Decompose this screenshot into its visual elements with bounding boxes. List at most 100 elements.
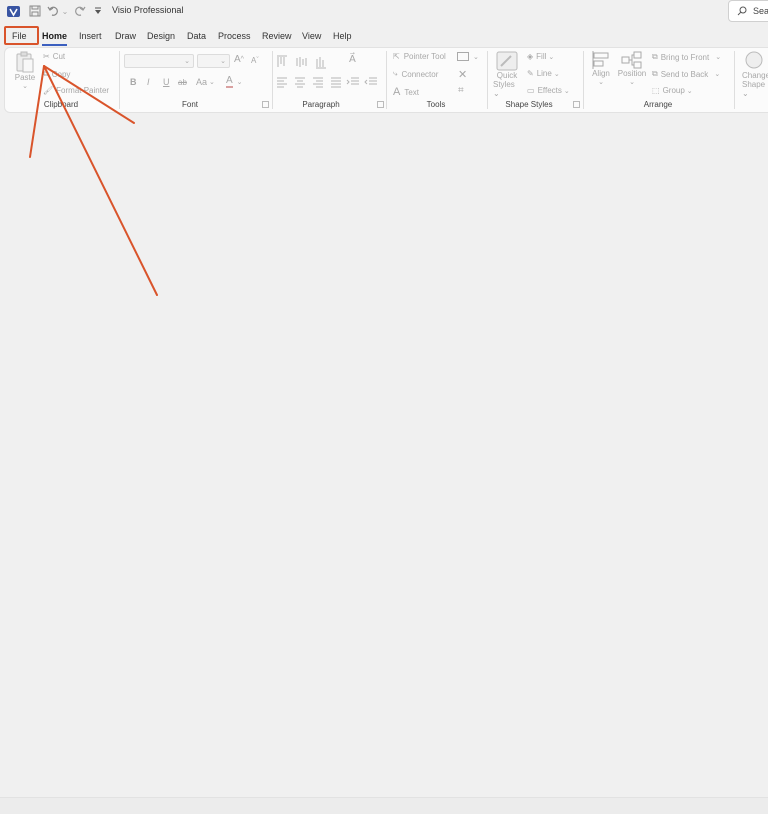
grow-font-button[interactable]: A ^ <box>234 54 244 65</box>
bold-button[interactable]: B <box>130 77 137 87</box>
group-label: Group <box>662 86 685 95</box>
chevron-down-icon: ⌄ <box>184 58 190 65</box>
crop-tool-button[interactable]: ⌗ <box>458 85 464 96</box>
rectangle-tool-button[interactable]: ⌄ <box>457 52 479 61</box>
tab-draw[interactable]: Draw <box>115 28 136 44</box>
pointer-tool-button[interactable]: ⇱ Pointer Tool <box>393 52 446 61</box>
bring-to-front-label: Bring to Front <box>660 52 710 62</box>
title-bar: ⌄ Visio Professional Sea <box>0 0 768 22</box>
tab-insert[interactable]: Insert <box>79 28 102 44</box>
customize-qat-icon[interactable] <box>93 3 103 19</box>
tools-group-label: Tools <box>426 100 446 109</box>
text-tool-label: Text <box>404 87 420 97</box>
font-size-dropdown[interactable]: ⌄ <box>197 54 230 68</box>
fill-button[interactable]: ◈ Fill ⌄ <box>527 52 554 61</box>
change-case-button[interactable]: Aa ⌄ <box>196 77 215 87</box>
tab-design[interactable]: Design <box>147 28 175 44</box>
shrink-font-button[interactable]: Aˇ <box>251 56 259 65</box>
bring-to-front-button[interactable]: ⧉ Bring to Front ⌄ <box>652 52 721 62</box>
paste-label: Paste <box>14 73 36 82</box>
paragraph-group-label: Paragraph <box>302 100 340 109</box>
quick-styles-button[interactable]: Quick Styles ⌄ <box>493 51 521 98</box>
search-icon <box>737 6 747 16</box>
fill-label: Fill <box>536 52 547 61</box>
send-to-back-button[interactable]: ⧉ Send to Back ⌄ <box>652 69 720 79</box>
cut-button[interactable]: ✂ Cut <box>43 52 65 61</box>
crop-icon: ⌗ <box>458 85 464 96</box>
tab-home[interactable]: Home <box>42 28 68 46</box>
line-button[interactable]: ✎ Line ⌄ <box>527 69 560 78</box>
chevron-down-icon: ⌄ <box>686 87 693 95</box>
shape-styles-dialog-launcher-icon[interactable] <box>573 101 580 108</box>
group-separator <box>386 51 387 109</box>
group-separator <box>734 51 735 109</box>
connection-point-button[interactable]: ✕ <box>458 68 467 81</box>
paintbrush-icon: 🖌 <box>43 86 54 95</box>
bring-to-front-icon: ⧉ <box>652 52 658 61</box>
font-name-dropdown[interactable]: ⌄ <box>124 54 194 68</box>
paragraph-align-buttons[interactable] <box>277 77 377 89</box>
ribbon-tabs: File Home Insert Draw Design Data Proces… <box>0 28 768 46</box>
line-label: Line <box>536 69 552 78</box>
send-to-back-label: Send to Back <box>660 69 709 79</box>
rectangle-icon <box>457 52 469 61</box>
app-title: Visio Professional <box>112 5 184 15</box>
text-tool-button[interactable]: A Text <box>393 86 419 98</box>
italic-button[interactable]: I <box>147 77 150 87</box>
send-to-back-icon: ⧉ <box>652 69 658 78</box>
copy-button[interactable]: ⧉ Copy <box>43 69 70 79</box>
text-direction-icon: A⃗ <box>349 54 356 65</box>
paste-button[interactable]: Paste ⌄ <box>14 51 36 90</box>
group-separator <box>487 51 488 109</box>
save-icon[interactable] <box>28 3 42 19</box>
tab-help[interactable]: Help <box>333 28 352 44</box>
font-color-button[interactable]: A ⌄ <box>226 76 243 88</box>
active-tab-underline <box>42 44 68 46</box>
undo-dropdown-icon[interactable]: ⌄ <box>61 3 69 19</box>
change-shape-label-2: Shape ⌄ <box>742 80 766 98</box>
change-case-label: Aa <box>196 77 208 87</box>
tab-process[interactable]: Process <box>218 28 251 44</box>
scissors-icon: ✂ <box>43 52 50 61</box>
tab-view[interactable]: View <box>302 28 321 44</box>
font-color-icon: A <box>226 75 233 88</box>
align-label: Align <box>592 69 610 78</box>
text-direction-button[interactable]: A⃗ <box>349 54 356 65</box>
font-dialog-launcher-icon[interactable] <box>262 101 269 108</box>
format-painter-button[interactable]: 🖌 Format Painter <box>43 86 109 95</box>
paragraph-dialog-launcher-icon[interactable] <box>377 101 384 108</box>
search-placeholder: Sea <box>753 6 768 16</box>
chevron-down-icon: ⌄ <box>220 58 226 65</box>
chevron-down-icon: ⌄ <box>548 53 555 61</box>
underline-button[interactable]: U <box>163 77 170 87</box>
pointer-icon: ⇱ <box>393 52 400 61</box>
copy-label: Copy <box>51 69 71 79</box>
chevron-down-icon: ⌄ <box>236 79 243 86</box>
position-label: Position <box>617 69 647 78</box>
group-separator <box>583 51 584 109</box>
arrange-group-label: Arrange <box>643 100 673 109</box>
redo-icon[interactable] <box>72 3 86 19</box>
quick-styles-label-text: Styles <box>493 80 515 89</box>
group-separator <box>119 51 120 109</box>
position-button[interactable]: Position ⌄ <box>617 51 647 86</box>
quick-styles-label-1: Quick <box>496 71 518 80</box>
connector-button[interactable]: ⤷ Connector <box>393 69 438 79</box>
tab-data[interactable]: Data <box>187 28 206 44</box>
change-shape-button[interactable]: Change Shape ⌄ <box>742 51 768 98</box>
text-tool-icon: A <box>393 86 401 98</box>
paint-bucket-icon: ◈ <box>527 52 534 61</box>
effects-button[interactable]: ▭ Effects ⌄ <box>527 86 570 95</box>
group-button[interactable]: ⬚ Group ⌄ <box>652 86 693 95</box>
align-button[interactable]: Align ⌄ <box>590 51 612 86</box>
drawing-canvas[interactable] <box>0 115 768 797</box>
strikethrough-button[interactable]: ab <box>178 78 187 87</box>
undo-icon[interactable] <box>46 3 62 19</box>
chevron-down-icon: ⌄ <box>629 79 635 86</box>
tab-review[interactable]: Review <box>262 28 292 44</box>
font-group-label: Font <box>181 100 198 109</box>
cut-label: Cut <box>52 52 66 61</box>
status-bar <box>0 797 768 814</box>
pen-icon: ✎ <box>527 69 534 78</box>
search-box[interactable]: Sea <box>728 0 768 22</box>
